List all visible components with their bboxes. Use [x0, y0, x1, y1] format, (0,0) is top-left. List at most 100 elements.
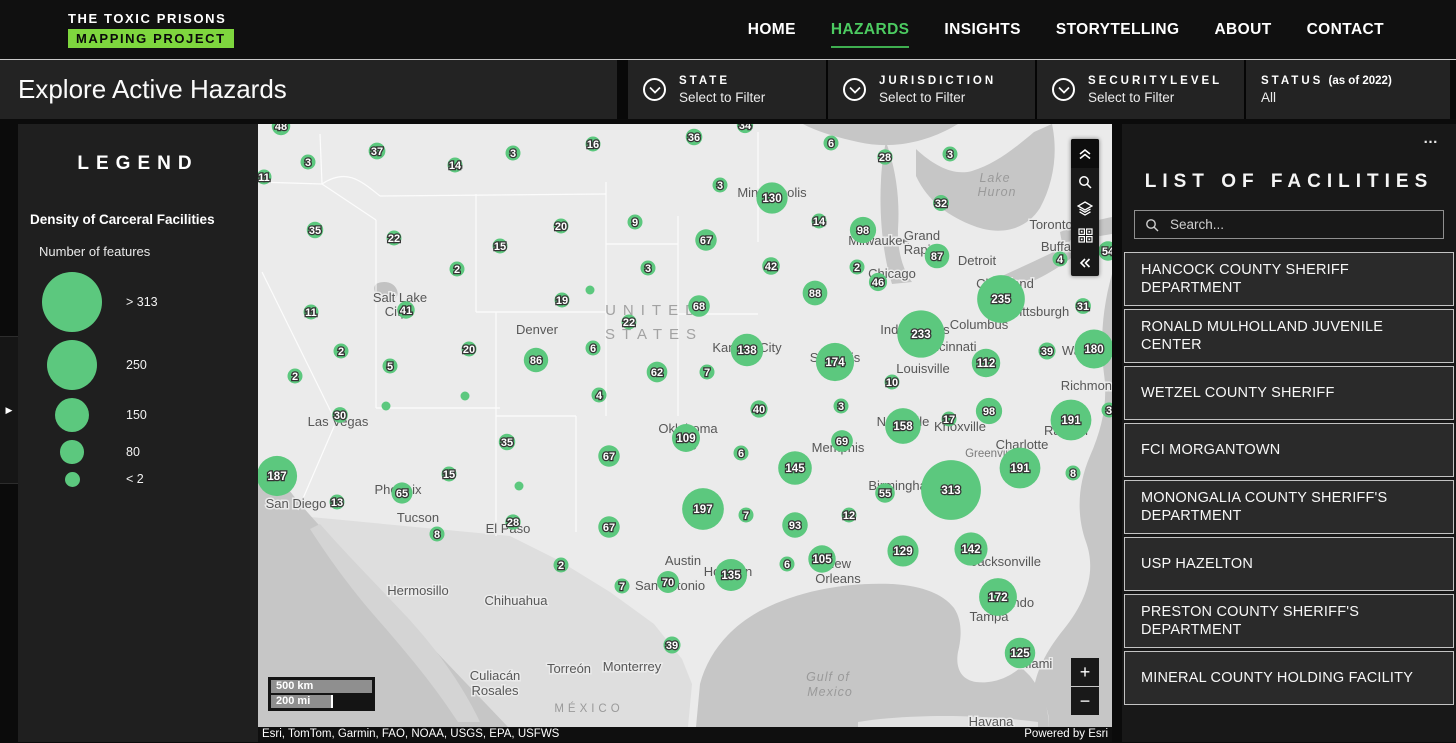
cluster-marker[interactable]: 86	[524, 348, 548, 372]
cluster-marker[interactable]: 4	[592, 388, 607, 403]
cluster-marker[interactable]: 35	[499, 434, 515, 450]
cluster-marker[interactable]: 67	[695, 229, 716, 250]
cluster-marker[interactable]: 172	[979, 578, 1017, 616]
zoom-out-button[interactable]: −	[1071, 687, 1099, 715]
facility-row[interactable]: PRESTON COUNTY SHERIFF'S DEPARTMENT	[1124, 594, 1454, 648]
cluster-marker[interactable]: 67	[598, 516, 619, 537]
cluster-marker[interactable]: 130	[756, 182, 787, 213]
facility-row[interactable]: RONALD MULHOLLAND JUVENILE CENTER	[1124, 309, 1454, 363]
cluster-marker[interactable]: 174	[816, 343, 854, 381]
cluster-marker[interactable]: 93	[782, 512, 808, 538]
cluster-marker[interactable]: 15	[493, 239, 508, 254]
nav-item-storytelling[interactable]: STORYTELLING	[1056, 21, 1180, 39]
cluster-marker[interactable]: 105	[808, 545, 835, 572]
cluster-marker[interactable]: 6	[586, 341, 601, 356]
cluster-marker[interactable]: 62	[647, 362, 668, 383]
cluster-marker[interactable]: 3	[641, 261, 656, 276]
cluster-marker[interactable]: 31	[1075, 298, 1091, 314]
filter-securitylevel[interactable]: SECURITYLEVELSelect to Filter	[1035, 60, 1244, 119]
layers-icon[interactable]	[1071, 195, 1099, 222]
cluster-marker[interactable]: 6	[734, 446, 749, 461]
cluster-marker[interactable]: 67	[598, 445, 619, 466]
cluster-marker[interactable]: 145	[778, 451, 812, 485]
cluster-marker[interactable]: 3	[506, 146, 521, 161]
cluster-marker[interactable]: 4	[1053, 252, 1068, 267]
cluster-marker[interactable]: 2	[288, 369, 303, 384]
cluster-marker[interactable]: 9	[628, 215, 643, 230]
facility-dot[interactable]	[586, 286, 595, 295]
cluster-marker[interactable]: 15	[442, 467, 457, 482]
cluster-marker[interactable]: 22	[387, 231, 402, 246]
cluster-marker[interactable]: 65	[391, 482, 412, 503]
facility-row[interactable]: HANCOCK COUNTY SHERIFF DEPARTMENT	[1124, 252, 1454, 306]
collapse-up-icon[interactable]	[1071, 139, 1099, 168]
nav-item-about[interactable]: ABOUT	[1214, 21, 1271, 39]
cluster-marker[interactable]: 46	[869, 273, 887, 291]
cluster-marker[interactable]: 8	[430, 527, 445, 542]
cluster-marker[interactable]: 112	[972, 349, 1000, 377]
map-canvas[interactable]: Salt LakeCityDenverLas VegasSan DiegoPho…	[258, 124, 1112, 742]
cluster-marker[interactable]: 7	[700, 365, 715, 380]
cluster-marker[interactable]: 98	[976, 398, 1002, 424]
cluster-marker[interactable]: 135	[715, 559, 747, 591]
cluster-marker[interactable]: 7	[739, 508, 754, 523]
cluster-marker[interactable]: 313	[921, 460, 981, 520]
cluster-marker[interactable]: 40	[750, 400, 767, 417]
cluster-marker[interactable]: 34	[737, 124, 753, 133]
cluster-marker[interactable]: 109	[672, 424, 700, 452]
cluster-marker[interactable]: 180	[1074, 329, 1112, 368]
cluster-marker[interactable]: 22	[622, 315, 637, 330]
cluster-marker[interactable]: 235	[977, 275, 1025, 323]
filter-jurisdiction[interactable]: JURISDICTIONSelect to Filter	[826, 60, 1035, 119]
cluster-marker[interactable]: 20	[554, 219, 569, 234]
cluster-marker[interactable]: 17	[942, 412, 957, 427]
cluster-marker[interactable]: 35	[307, 222, 323, 238]
cluster-marker[interactable]: 39	[663, 636, 680, 653]
cluster-marker[interactable]: 2	[334, 344, 349, 359]
cluster-marker[interactable]: 87	[925, 244, 950, 269]
cluster-marker[interactable]: 39	[1038, 342, 1055, 359]
search-icon[interactable]	[1071, 168, 1099, 195]
cluster-marker[interactable]: 68	[688, 295, 710, 317]
cluster-marker[interactable]: 233	[897, 310, 944, 357]
cluster-marker[interactable]: 129	[887, 535, 918, 566]
cluster-marker[interactable]: 41	[397, 301, 414, 318]
cluster-marker[interactable]: 191	[1000, 448, 1041, 489]
panel-options-icon[interactable]: …	[1423, 130, 1440, 147]
cluster-marker[interactable]: 3	[713, 178, 728, 193]
cluster-marker[interactable]: 30	[332, 407, 348, 423]
facility-dot[interactable]	[382, 402, 391, 411]
cluster-marker[interactable]: 158	[885, 408, 921, 444]
cluster-marker[interactable]: 10	[885, 375, 900, 390]
facility-dot[interactable]	[461, 392, 470, 401]
facility-row[interactable]: MONONGALIA COUNTY SHERIFF'S DEPARTMENT	[1124, 480, 1454, 534]
cluster-marker[interactable]: 14	[812, 214, 827, 229]
cluster-marker[interactable]: 20	[462, 342, 477, 357]
cluster-marker[interactable]: 28	[877, 149, 892, 164]
facility-dot[interactable]	[515, 482, 524, 491]
cluster-marker[interactable]: 2	[850, 260, 865, 275]
cluster-marker[interactable]: 7	[615, 579, 630, 594]
filter-state[interactable]: STATESelect to Filter	[628, 60, 826, 119]
cluster-marker[interactable]: 14	[448, 158, 463, 173]
cluster-marker[interactable]: 32	[933, 195, 949, 211]
facility-row[interactable]: USP HAZELTON	[1124, 537, 1454, 591]
cluster-marker[interactable]: 98	[850, 217, 876, 243]
cluster-marker[interactable]: 42	[762, 257, 780, 275]
cluster-marker[interactable]: 11	[258, 170, 272, 185]
cluster-marker[interactable]: 3	[834, 399, 849, 414]
cluster-marker[interactable]: 36	[686, 129, 703, 146]
cluster-marker[interactable]: 3	[301, 155, 316, 170]
collapse-left-icon[interactable]	[1071, 249, 1099, 276]
zoom-in-button[interactable]: +	[1071, 658, 1099, 686]
nav-item-contact[interactable]: CONTACT	[1307, 21, 1384, 39]
cluster-marker[interactable]: 19	[555, 293, 570, 308]
cluster-marker[interactable]: 3	[943, 147, 958, 162]
cluster-marker[interactable]: 13	[330, 495, 345, 510]
cluster-marker[interactable]: 8	[1066, 466, 1081, 481]
cluster-marker[interactable]: 197	[682, 488, 724, 530]
cluster-marker[interactable]: 28	[505, 514, 520, 529]
cluster-marker[interactable]: 191	[1051, 400, 1092, 441]
expand-panel-tab[interactable]: ▶	[0, 336, 18, 484]
cluster-marker[interactable]: 37	[369, 143, 386, 160]
